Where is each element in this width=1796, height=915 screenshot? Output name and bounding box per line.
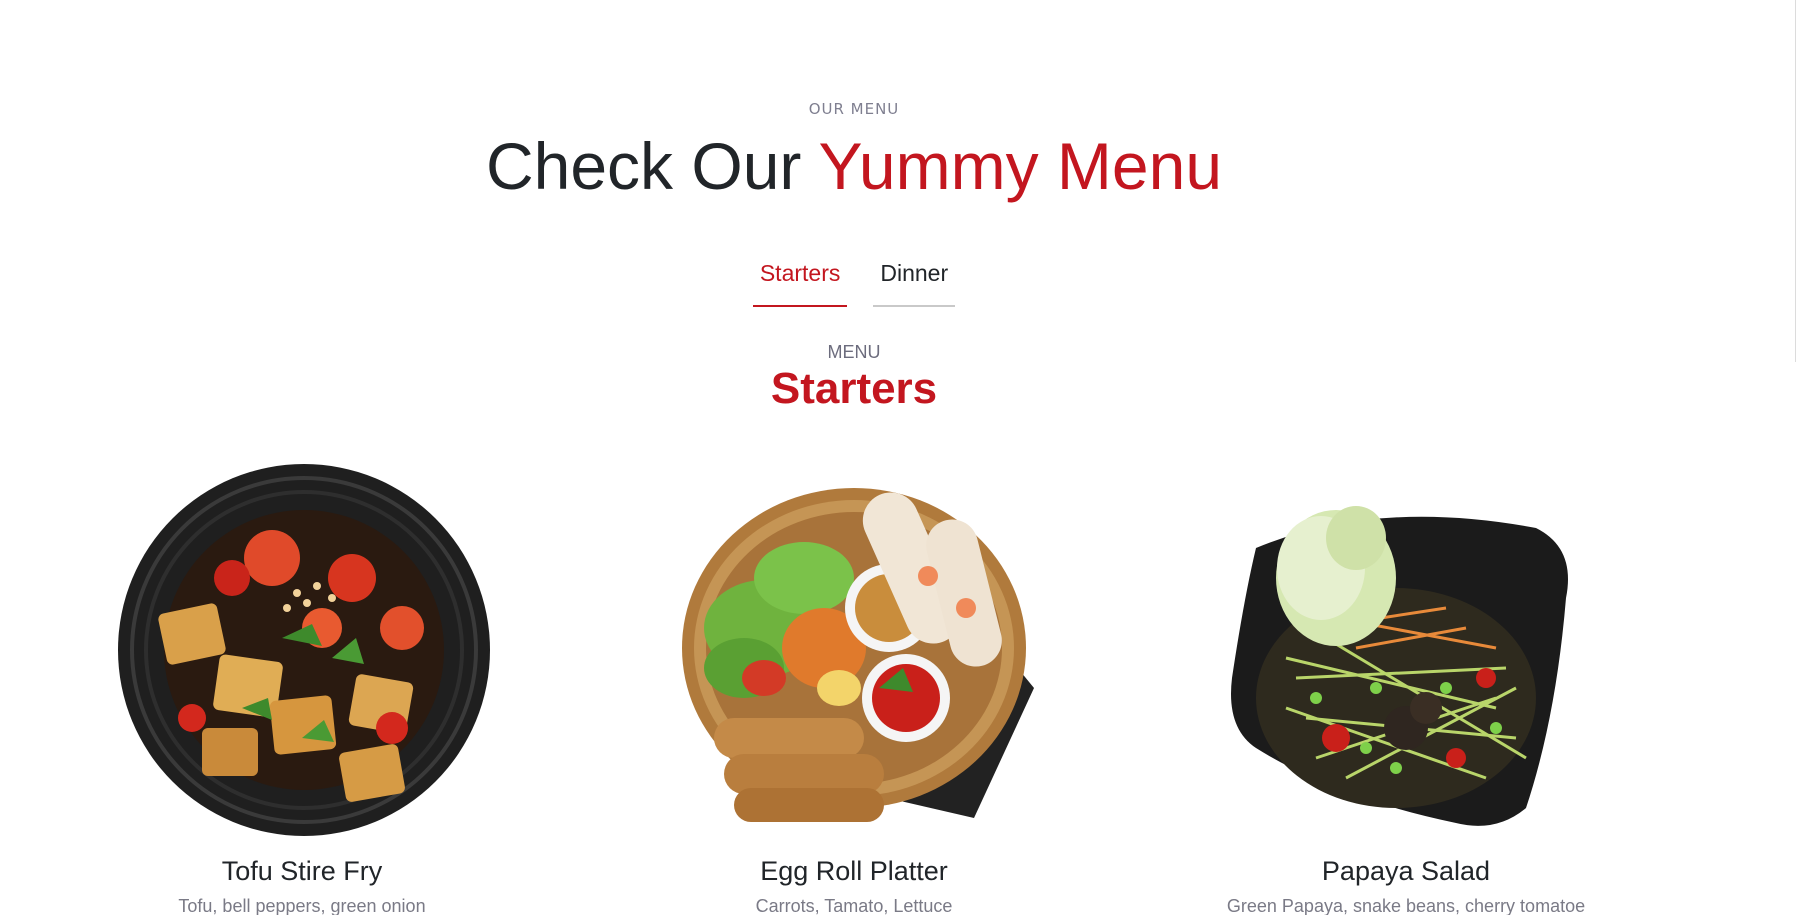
tofu-stir-fry-image[interactable] xyxy=(92,458,512,848)
menu-item-name[interactable]: Egg Roll Platter xyxy=(644,856,1064,887)
egg-roll-platter-image[interactable] xyxy=(644,458,1064,848)
menu-item[interactable]: Tofu Stire Fry Tofu, bell peppers, green… xyxy=(92,458,512,915)
menu-item-description: Green Papaya, snake beans, cherry tomato… xyxy=(1226,896,1586,915)
menu-item[interactable]: Papaya Salad Green Papaya, snake beans, … xyxy=(1196,458,1616,915)
menu-tabs: Starters Dinner xyxy=(0,256,1708,307)
section-heading: Check Our Yummy Menu xyxy=(0,126,1708,206)
heading-accent: Yummy Menu xyxy=(818,129,1223,203)
menu-item-description: Carrots, Tamato, Lettuce xyxy=(755,896,953,915)
menu-item-description: Tofu, bell peppers, green onion xyxy=(178,896,426,915)
menu-item-name[interactable]: Tofu Stire Fry xyxy=(92,856,512,887)
menu-item[interactable]: Egg Roll Platter Carrots, Tamato, Lettuc… xyxy=(644,458,1064,915)
heading-prefix: Check Our xyxy=(485,129,819,203)
menu-section: OUR MENU Check Our Yummy Menu Starters D… xyxy=(0,0,1796,915)
papaya-salad-image[interactable] xyxy=(1196,458,1616,848)
tab-dinner[interactable]: Dinner xyxy=(873,256,956,307)
tab-starters[interactable]: Starters xyxy=(752,256,848,307)
menu-label: MENU xyxy=(827,342,881,362)
menu-category-title: Starters xyxy=(770,364,938,413)
menu-item-name[interactable]: Papaya Salad xyxy=(1196,856,1616,887)
section-eyebrow: OUR MENU xyxy=(808,100,900,118)
